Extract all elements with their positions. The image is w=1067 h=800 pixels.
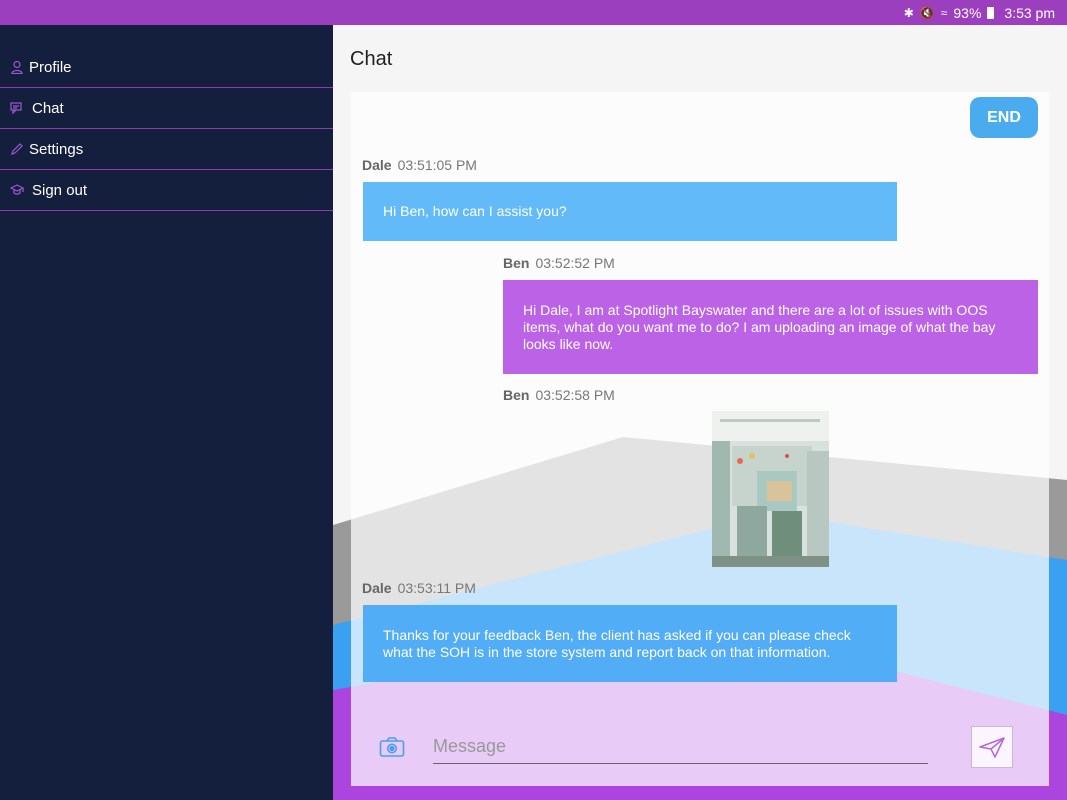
uploaded-store-photo[interactable] — [712, 411, 829, 567]
message-sender: Ben — [503, 255, 530, 271]
sidebar: Profile Chat Settings Sign out — [0, 25, 333, 800]
message-meta: Dale 03:53:11 PM — [362, 580, 476, 596]
chat-icon — [10, 102, 22, 115]
message-input[interactable] — [433, 730, 928, 764]
message-time: 03:51:05 PM — [397, 157, 477, 173]
message-meta: Dale 03:51:05 PM — [362, 157, 477, 173]
camera-button[interactable] — [379, 736, 405, 758]
paper-plane-icon — [979, 737, 1005, 758]
clock: 3:53 pm — [1004, 4, 1055, 21]
message-sender: Ben — [503, 387, 530, 403]
sidebar-item-chat[interactable]: Chat — [0, 88, 333, 129]
message-meta: Ben 03:52:52 PM — [503, 255, 615, 271]
page-title: Chat — [350, 48, 393, 70]
message-bubble: Thanks for your feedback Ben, the client… — [363, 605, 897, 682]
message-time: 03:52:58 PM — [535, 387, 615, 403]
battery-level: 93% — [953, 4, 982, 21]
sidebar-item-label: Settings — [29, 140, 84, 158]
pencil-icon — [11, 143, 23, 155]
message-sender: Dale — [362, 580, 392, 596]
send-button[interactable] — [971, 726, 1013, 768]
message-bubble: Hi Dale, I am at Spotlight Bayswater and… — [503, 280, 1038, 374]
mute-icon: 🔇 — [919, 5, 935, 20]
message-composer — [351, 712, 1049, 786]
sidebar-item-settings[interactable]: Settings — [0, 129, 333, 170]
message-time: 03:52:52 PM — [535, 255, 615, 271]
sidebar-item-label: Sign out — [32, 181, 88, 199]
message-time: 03:53:11 PM — [397, 580, 476, 596]
sidebar-item-sign-out[interactable]: Sign out — [0, 170, 333, 211]
sidebar-item-label: Chat — [32, 99, 64, 117]
sidebar-item-label: Profile — [29, 58, 72, 76]
wifi-icon: ≈ — [940, 5, 948, 20]
status-bar: ✱ 🔇 ≈ 93% 3:53 pm — [0, 0, 1067, 25]
camera-icon — [379, 737, 405, 757]
battery-icon — [987, 6, 995, 19]
message-bubble: Hi Ben, how can I assist you? — [363, 182, 897, 241]
chat-panel: END Dale 03:51:05 PM Hi Ben, how can I as… — [351, 92, 1049, 786]
chat-main: Chat END Dale 03:51:05 PM Hi Ben, how can… — [333, 25, 1067, 800]
graduation-cap-icon — [10, 184, 24, 195]
message-meta: Ben 03:52:58 PM — [503, 387, 615, 403]
user-icon — [11, 60, 23, 74]
end-chat-button[interactable]: END — [970, 97, 1038, 138]
message-sender: Dale — [362, 157, 392, 173]
sidebar-item-profile[interactable]: Profile — [0, 47, 333, 88]
bluetooth-icon: ✱ — [903, 5, 914, 20]
